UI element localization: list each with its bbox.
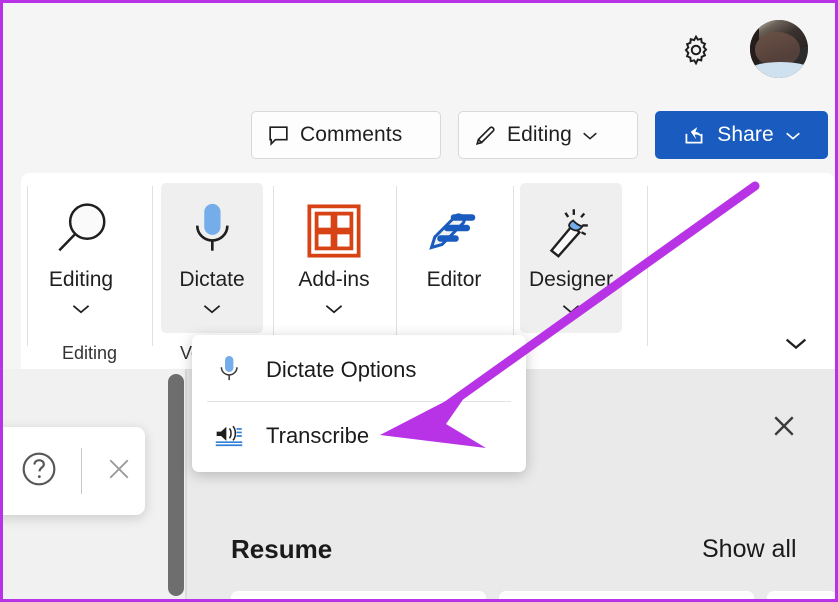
design-card[interactable] [231, 591, 486, 599]
chevron-down-icon[interactable] [560, 302, 582, 315]
ribbon-separator [647, 186, 648, 346]
chevron-down-icon [785, 338, 807, 350]
menu-item-transcribe[interactable]: Transcribe [192, 407, 526, 465]
share-button[interactable]: Share [655, 111, 828, 159]
ribbon-item-editor[interactable]: Editor [403, 183, 505, 333]
editing-mode-label: Editing [507, 123, 572, 146]
menu-item-label: Transcribe [266, 423, 370, 448]
editing-mode-button[interactable]: Editing [458, 111, 638, 159]
chevron-down-icon[interactable] [323, 302, 345, 315]
popup-divider [81, 448, 82, 494]
ribbon-separator [152, 186, 153, 346]
ribbon-item-label: Dictate [179, 268, 245, 291]
ribbon-item-dictate[interactable]: Dictate [161, 183, 263, 333]
chevron-down-icon [785, 132, 800, 140]
ribbon-item-label: Add-ins [298, 268, 370, 291]
gear-icon[interactable] [671, 25, 721, 75]
share-icon [685, 127, 703, 144]
ribbon-separator [27, 186, 28, 346]
menu-item-label: Dictate Options [266, 357, 417, 382]
section-title-resume: Resume [231, 534, 333, 564]
show-all-link[interactable]: Show all [702, 535, 797, 564]
vertical-scrollbar[interactable] [168, 374, 184, 596]
design-card[interactable] [499, 591, 754, 599]
close-icon [774, 416, 794, 436]
ribbon-collapse-button[interactable] [779, 331, 813, 355]
comment-icon [269, 125, 288, 146]
ribbon-item-label: Editor [426, 268, 482, 291]
ribbon-group-label-editing: Editing [62, 343, 118, 363]
magnifier-icon [50, 196, 112, 266]
question-circle-icon[interactable] [19, 449, 59, 494]
menu-divider [207, 401, 511, 402]
grid-addins-icon [305, 196, 363, 266]
menu-item-dictate-options[interactable]: Dictate Options [192, 341, 526, 399]
avatar-shirt [750, 61, 808, 78]
pane-close-button[interactable] [763, 405, 805, 447]
ribbon-item-label: Designer [528, 268, 614, 291]
help-popup-close-button[interactable] [104, 454, 134, 489]
ribbon-item-add-ins[interactable]: Add-ins [283, 183, 385, 333]
microphone-icon [183, 196, 241, 266]
app-window: Comments Editing Share Editing Dictate A… [0, 0, 838, 602]
share-button-label: Share [717, 123, 774, 146]
editor-pen-icon [424, 196, 484, 266]
design-card[interactable] [767, 591, 835, 599]
app-header: Comments Editing Share [3, 3, 835, 167]
avatar[interactable] [750, 20, 808, 78]
comments-button-label: Comments [300, 123, 403, 146]
chevron-down-icon[interactable] [70, 302, 92, 315]
comments-button[interactable]: Comments [251, 111, 441, 159]
chevron-down-icon[interactable] [201, 302, 223, 315]
ribbon-item-editing[interactable]: Editing [30, 183, 132, 333]
pane-divider [185, 369, 187, 599]
ribbon-separator [273, 186, 274, 346]
transcribe-icon [214, 421, 244, 451]
microphone-icon [214, 354, 244, 386]
ribbon-separator [396, 186, 397, 346]
ribbon-item-designer[interactable]: Designer [520, 183, 622, 333]
pencil-icon [475, 125, 495, 145]
close-icon [109, 459, 129, 478]
ribbon-separator [513, 186, 514, 346]
help-popup [3, 427, 145, 515]
ribbon-item-label: Editing [48, 268, 114, 291]
magic-wand-icon [543, 196, 599, 266]
chevron-down-icon [583, 132, 597, 140]
dictate-dropdown-menu: Dictate Options Transcribe [192, 335, 526, 472]
